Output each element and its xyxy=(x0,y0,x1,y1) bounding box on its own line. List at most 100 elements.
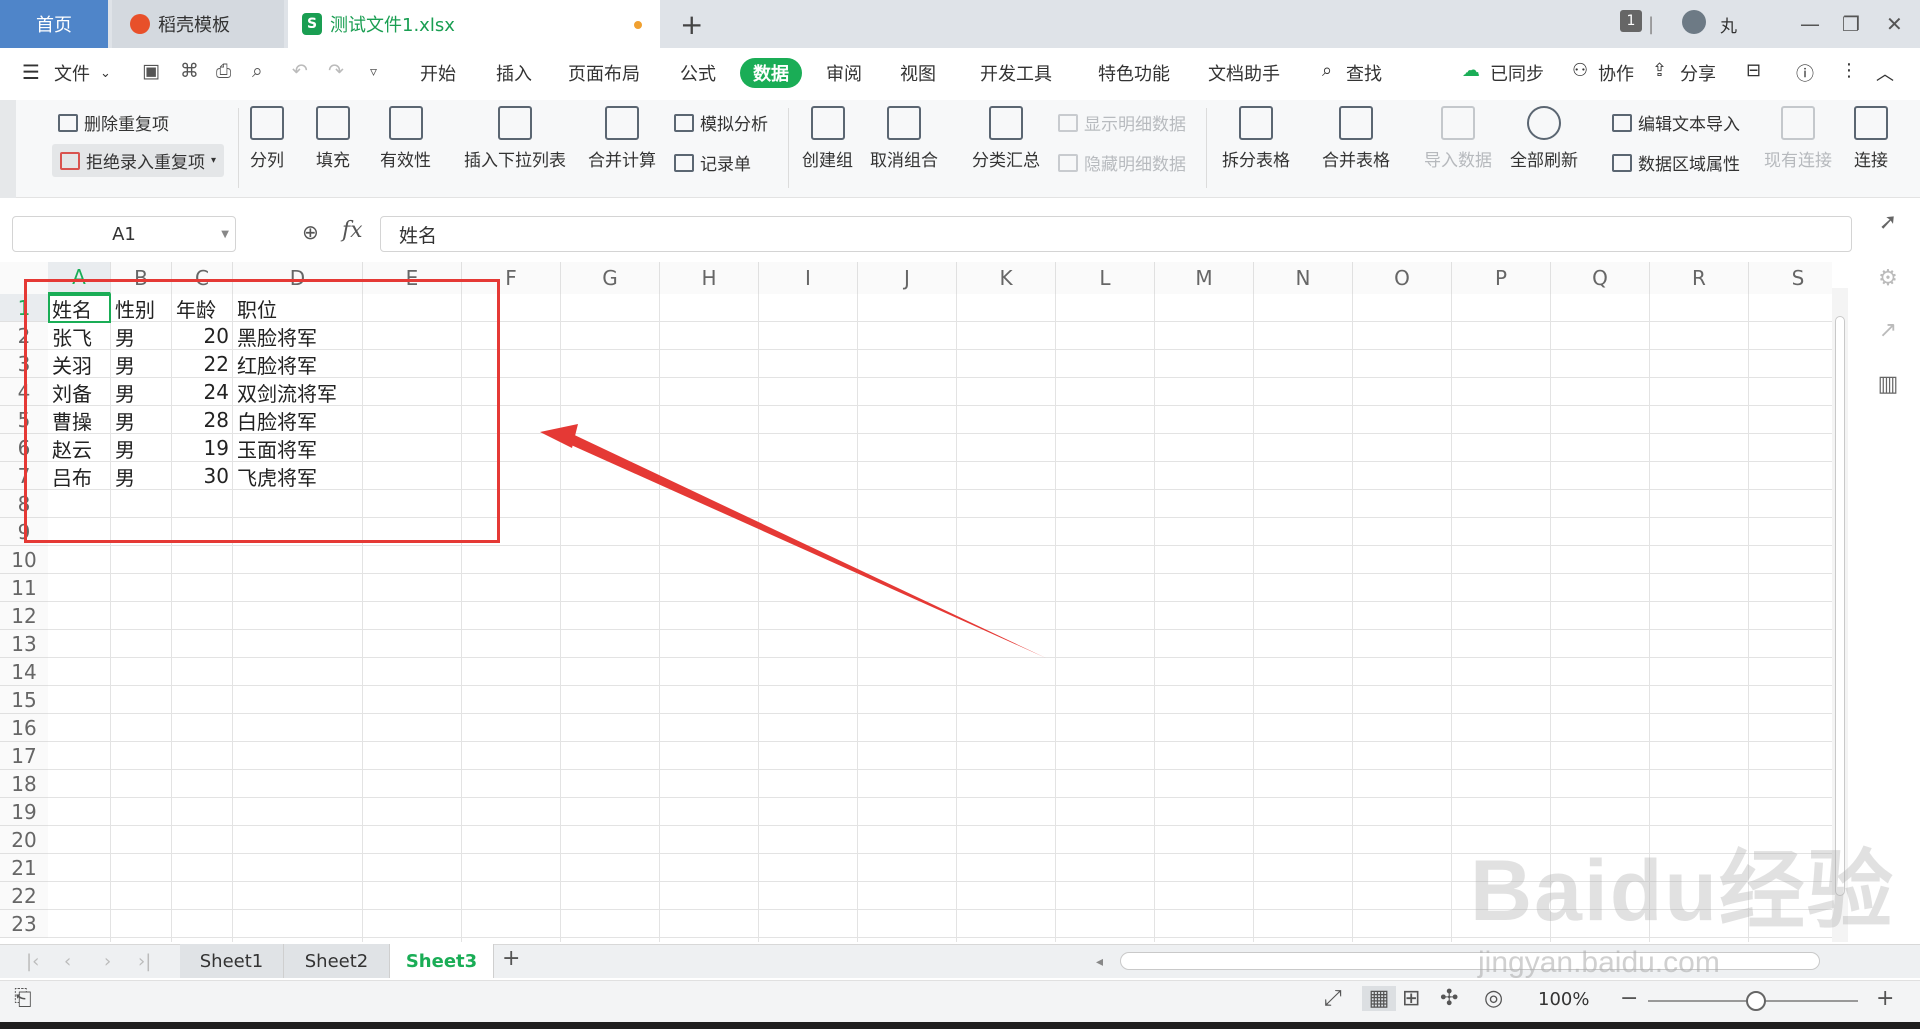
record-form-button[interactable]: 记录单 xyxy=(674,150,751,175)
validity-button[interactable]: 有效性 xyxy=(380,106,431,171)
save-icon[interactable]: ▣ xyxy=(142,60,160,82)
menu-review[interactable]: 审阅 xyxy=(826,60,862,86)
row-header-18[interactable]: 18 xyxy=(0,770,48,798)
connect-button[interactable]: 连接 xyxy=(1854,106,1888,171)
what-if-button[interactable]: 模拟分析 xyxy=(674,110,768,135)
import-data-button[interactable]: 导入数据 xyxy=(1424,106,1492,171)
next-sheet-icon[interactable]: › xyxy=(104,951,111,972)
insert-dropdown-button[interactable]: 插入下拉列表 xyxy=(464,106,566,171)
show-detail-button[interactable]: 显示明细数据 xyxy=(1058,110,1186,135)
split-table-button[interactable]: 拆分表格 xyxy=(1222,106,1290,171)
create-group-button[interactable]: 创建组 xyxy=(802,106,853,171)
row-header-15[interactable]: 15 xyxy=(0,686,48,714)
delete-duplicates-button[interactable]: 删除重复项 xyxy=(58,110,169,135)
menu-special[interactable]: 特色功能 xyxy=(1098,60,1170,86)
close-icon[interactable]: ✕ xyxy=(1886,10,1903,38)
redo-icon[interactable]: ↷ xyxy=(328,60,344,82)
collab-button[interactable]: 协作 xyxy=(1598,60,1634,86)
row-header-14[interactable]: 14 xyxy=(0,658,48,686)
column-header-k[interactable]: K xyxy=(957,262,1056,294)
menu-insert[interactable]: 插入 xyxy=(496,60,532,86)
row-header-17[interactable]: 17 xyxy=(0,742,48,770)
zoom-slider-handle[interactable] xyxy=(1746,991,1766,1011)
column-header-i[interactable]: I xyxy=(759,262,858,294)
subtotal-button[interactable]: 分类汇总 xyxy=(972,106,1040,171)
window-count-badge[interactable]: 1 xyxy=(1620,10,1642,32)
row-header-22[interactable]: 22 xyxy=(0,882,48,910)
zoom-formula-icon[interactable]: ⊕ xyxy=(302,220,319,244)
zoom-out-icon[interactable]: − xyxy=(1620,986,1638,1011)
page-break-view-icon[interactable]: ⊞ xyxy=(1402,986,1420,1011)
undo-icon[interactable]: ↶ xyxy=(292,60,308,82)
chevron-down-icon[interactable]: ⌄ xyxy=(100,66,111,81)
fx-icon[interactable]: fx xyxy=(342,218,363,243)
formula-input[interactable]: 姓名 xyxy=(380,216,1852,252)
cursor-select-icon[interactable]: ➚ xyxy=(1872,206,1904,238)
collapse-ribbon-icon[interactable]: ︿ xyxy=(1876,60,1894,86)
more-options-icon[interactable]: ⋮ xyxy=(1840,60,1858,81)
search-icon[interactable]: ⌕ xyxy=(1322,60,1332,81)
menu-file[interactable]: 文件 xyxy=(54,60,90,86)
minimize-icon[interactable]: — xyxy=(1800,10,1820,38)
row-header-16[interactable]: 16 xyxy=(0,714,48,742)
menu-data[interactable]: 数据 xyxy=(740,58,802,88)
split-column-button[interactable]: 分列 xyxy=(250,106,284,171)
row-header-20[interactable]: 20 xyxy=(0,826,48,854)
row-header-10[interactable]: 10 xyxy=(0,546,48,574)
menu-search[interactable]: 查找 xyxy=(1346,60,1382,86)
normal-view-icon[interactable]: ▦ xyxy=(1362,986,1396,1011)
hide-detail-button[interactable]: 隐藏明细数据 xyxy=(1058,150,1186,175)
format-painter-icon[interactable]: ⌘ xyxy=(180,60,199,82)
column-header-s[interactable]: S xyxy=(1749,262,1832,294)
tab-template[interactable]: 稻壳模板 xyxy=(112,0,284,48)
username[interactable]: 丸 xyxy=(1720,10,1737,38)
menu-doc-assistant[interactable]: 文档助手 xyxy=(1208,60,1280,86)
quick-access-more-icon[interactable]: ▿ xyxy=(370,64,377,80)
range-properties-button[interactable]: 数据区域属性 xyxy=(1612,150,1740,175)
new-tab-plus-icon[interactable]: + xyxy=(680,8,703,41)
edit-text-import-button[interactable]: 编辑文本导入 xyxy=(1612,110,1740,135)
name-box[interactable]: A1 ▼ xyxy=(12,216,236,252)
eye-protection-icon[interactable]: ◎ xyxy=(1484,986,1503,1011)
column-header-q[interactable]: Q xyxy=(1551,262,1650,294)
row-header-23[interactable]: 23 xyxy=(0,910,48,938)
menu-developer[interactable]: 开发工具 xyxy=(980,60,1052,86)
row-header-11[interactable]: 11 xyxy=(0,574,48,602)
help-icon[interactable]: ⓘ xyxy=(1796,60,1814,86)
filter-settings-icon[interactable]: ⚙ xyxy=(1872,262,1904,294)
row-header-13[interactable]: 13 xyxy=(0,630,48,658)
row-header-21[interactable]: 21 xyxy=(0,854,48,882)
row-header-19[interactable]: 19 xyxy=(0,798,48,826)
tab-home[interactable]: 首页 xyxy=(0,0,108,48)
hamburger-icon[interactable]: ☰ xyxy=(22,60,40,84)
column-header-n[interactable]: N xyxy=(1254,262,1353,294)
row-header-12[interactable]: 12 xyxy=(0,602,48,630)
add-sheet-plus-icon[interactable]: + xyxy=(502,946,520,971)
ribbon-scroll-left-icon[interactable] xyxy=(0,100,16,198)
merge-table-button[interactable]: 合并表格 xyxy=(1322,106,1390,171)
prev-sheet-icon[interactable]: ‹ xyxy=(64,951,71,972)
ungroup-button[interactable]: 取消组合 xyxy=(870,106,938,171)
reading-mode-icon[interactable]: ✣ xyxy=(1440,986,1458,1011)
menu-page-layout[interactable]: 页面布局 xyxy=(568,60,640,86)
column-header-o[interactable]: O xyxy=(1353,262,1452,294)
chevron-down-icon[interactable]: ▼ xyxy=(221,229,229,240)
macro-record-icon[interactable]: ⎗ xyxy=(14,986,32,1011)
column-header-h[interactable]: H xyxy=(660,262,759,294)
consolidate-button[interactable]: 合并计算 xyxy=(588,106,656,171)
menu-view[interactable]: 视图 xyxy=(900,60,936,86)
zoom-in-icon[interactable]: + xyxy=(1876,986,1894,1011)
print-icon[interactable]: ⎙ xyxy=(216,60,231,82)
column-header-p[interactable]: P xyxy=(1452,262,1551,294)
fill-button[interactable]: 填充 xyxy=(316,106,350,171)
column-header-r[interactable]: R xyxy=(1650,262,1749,294)
print-preview-icon[interactable]: ⌕ xyxy=(252,60,263,82)
column-header-m[interactable]: M xyxy=(1155,262,1254,294)
fullscreen-icon[interactable]: ⤢ xyxy=(1324,986,1342,1011)
vertical-scroll-thumb[interactable] xyxy=(1835,316,1845,896)
existing-connections-button[interactable]: 现有连接 xyxy=(1764,106,1832,171)
last-sheet-icon[interactable]: ›| xyxy=(138,951,151,972)
transform-icon[interactable]: ↗ xyxy=(1872,314,1904,346)
menu-start[interactable]: 开始 xyxy=(420,60,456,86)
avatar[interactable] xyxy=(1682,10,1706,34)
